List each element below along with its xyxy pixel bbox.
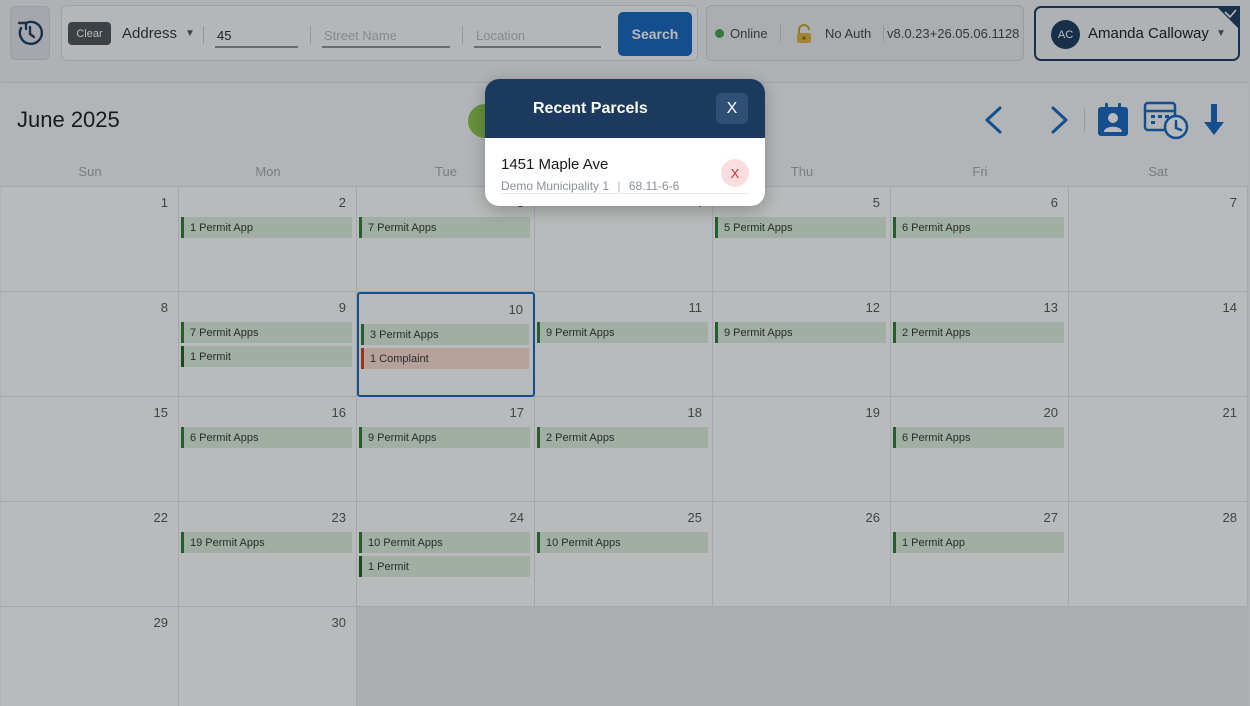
parcel-meta: Demo Municipality 1 | 68.11-6-6	[501, 179, 679, 193]
parcel-municipality: Demo Municipality 1	[501, 179, 610, 193]
dialog-header: Recent Parcels X	[485, 79, 765, 138]
parcel-id: 68.11-6-6	[628, 179, 680, 193]
parcel-address: 1451 Maple Ave	[501, 156, 609, 173]
remove-parcel-button[interactable]: X	[721, 159, 749, 187]
parcel-list-item[interactable]: 1451 Maple Ave Demo Municipality 1 | 68.…	[501, 154, 749, 194]
recent-parcels-dialog: Recent Parcels X 1451 Maple Ave Demo Mun…	[485, 79, 765, 206]
dialog-title: Recent Parcels	[533, 100, 648, 117]
meta-separator: |	[617, 179, 621, 193]
close-dialog-button[interactable]: X	[716, 93, 748, 124]
